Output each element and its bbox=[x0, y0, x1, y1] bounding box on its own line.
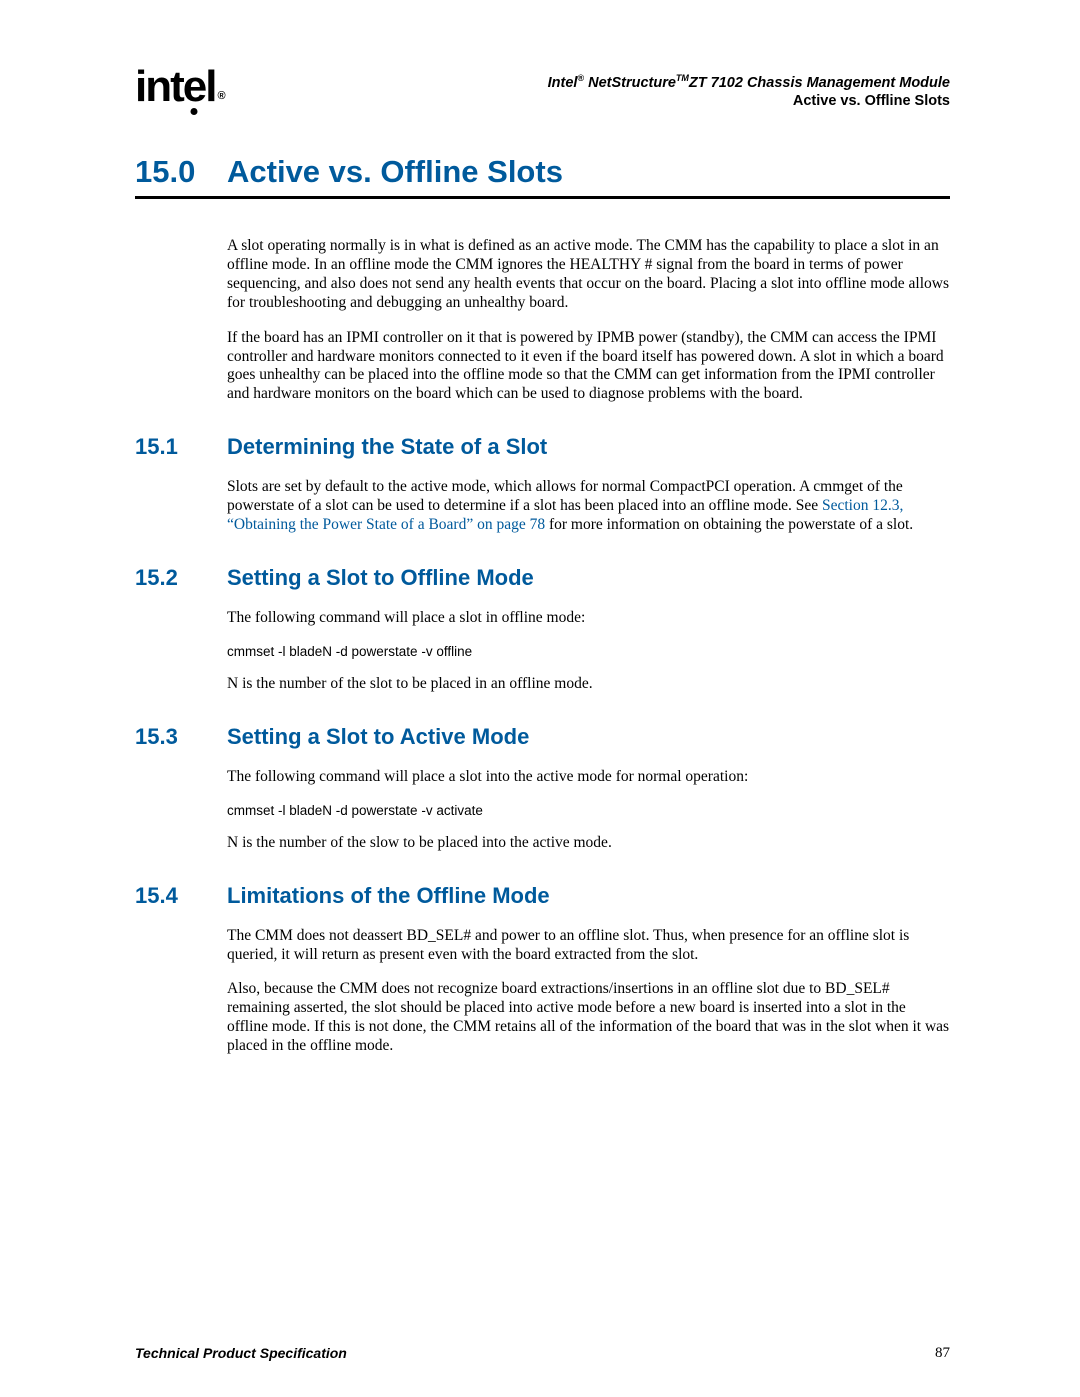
page-header: intel® Intel® NetStructureTMZT 7102 Chas… bbox=[135, 65, 950, 109]
section-15-3-heading: 15.3 Setting a Slot to Active Mode bbox=[135, 724, 950, 750]
logo-part-l: l bbox=[205, 62, 215, 111]
logo-part-1: int bbox=[135, 62, 183, 111]
intro-p2: If the board has an IPMI controller on i… bbox=[227, 329, 950, 405]
footer-doc-type: Technical Product Specification bbox=[135, 1345, 347, 1362]
page-number: 87 bbox=[935, 1345, 950, 1362]
hdr-mid: NetStructure bbox=[584, 75, 676, 91]
section-15-1-heading: 15.1 Determining the State of a Slot bbox=[135, 434, 950, 460]
section-title: Limitations of the Offline Mode bbox=[227, 883, 550, 909]
section-15-2-heading: 15.2 Setting a Slot to Offline Mode bbox=[135, 565, 950, 591]
s4-p2: Also, because the CMM does not recognize… bbox=[227, 980, 950, 1056]
section-number: 15.3 bbox=[135, 724, 227, 750]
s2-command: cmmset -l bladeN -d powerstate -v offlin… bbox=[227, 644, 950, 659]
section-15-4-body: The CMM does not deassert BD_SEL# and po… bbox=[227, 927, 950, 1056]
s1-text-b: for more information on obtaining the po… bbox=[545, 516, 913, 533]
section-15-2-body: The following command will place a slot … bbox=[227, 609, 950, 694]
s1-paragraph: Slots are set by default to the active m… bbox=[227, 478, 950, 535]
header-section-title: Active vs. Offline Slots bbox=[548, 93, 950, 109]
s2-p1: The following command will place a slot … bbox=[227, 609, 950, 628]
hdr-pre: Intel bbox=[548, 75, 578, 91]
chapter-heading: 15.0 Active vs. Offline Slots bbox=[135, 154, 950, 199]
section-number: 15.2 bbox=[135, 565, 227, 591]
s4-p1: The CMM does not deassert BD_SEL# and po… bbox=[227, 927, 950, 965]
s3-p1: The following command will place a slot … bbox=[227, 768, 950, 787]
hdr-post: ZT 7102 Chassis Management Module bbox=[689, 75, 950, 91]
logo-part-e: e bbox=[183, 65, 205, 109]
section-title: Determining the State of a Slot bbox=[227, 434, 547, 460]
s3-p2: N is the number of the slow to be placed… bbox=[227, 834, 950, 853]
hdr-sup2: TM bbox=[676, 73, 689, 83]
section-number: 15.1 bbox=[135, 434, 227, 460]
intel-logo: intel® bbox=[135, 65, 224, 109]
header-doc-title: Intel® NetStructureTMZT 7102 Chassis Man… bbox=[548, 73, 950, 91]
intro-p1: A slot operating normally is in what is … bbox=[227, 237, 950, 313]
section-15-1-body: Slots are set by default to the active m… bbox=[227, 478, 950, 535]
chapter-number: 15.0 bbox=[135, 154, 227, 190]
s2-p2: N is the number of the slot to be placed… bbox=[227, 675, 950, 694]
section-title: Setting a Slot to Offline Mode bbox=[227, 565, 534, 591]
chapter-title: Active vs. Offline Slots bbox=[227, 154, 563, 190]
header-right: Intel® NetStructureTMZT 7102 Chassis Man… bbox=[548, 73, 950, 109]
section-15-4-heading: 15.4 Limitations of the Offline Mode bbox=[135, 883, 950, 909]
intro-block: A slot operating normally is in what is … bbox=[227, 237, 950, 404]
page-footer: Technical Product Specification 87 bbox=[135, 1345, 950, 1362]
s1-text-a: Slots are set by default to the active m… bbox=[227, 478, 903, 514]
section-title: Setting a Slot to Active Mode bbox=[227, 724, 529, 750]
section-15-3-body: The following command will place a slot … bbox=[227, 768, 950, 853]
logo-reg: ® bbox=[217, 90, 223, 102]
s3-command: cmmset -l bladeN -d powerstate -v activa… bbox=[227, 803, 950, 818]
section-number: 15.4 bbox=[135, 883, 227, 909]
